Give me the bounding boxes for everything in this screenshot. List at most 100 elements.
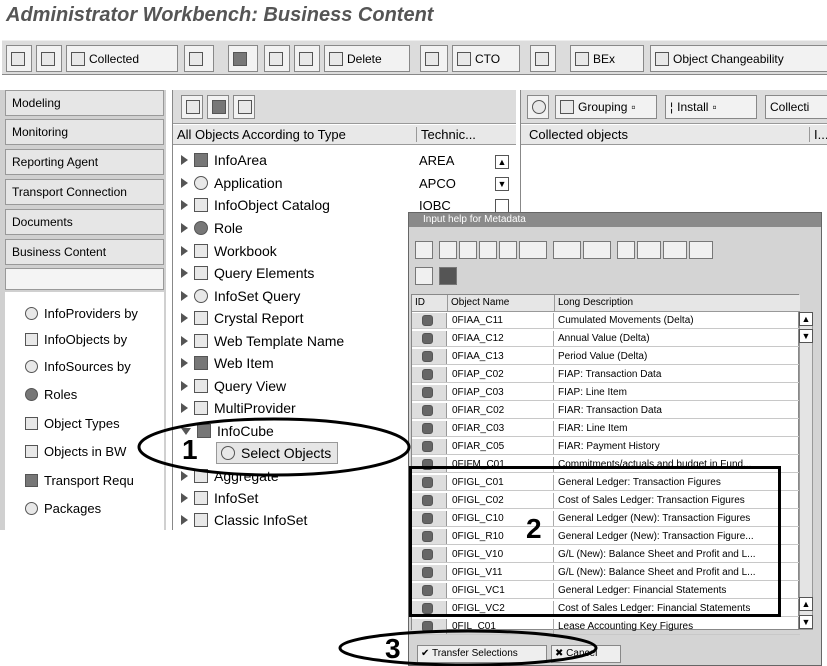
delete-button[interactable]: Delete (324, 45, 410, 72)
nav-item-infosources[interactable]: InfoSources by (25, 359, 131, 374)
tree-item-aggregate[interactable]: Aggregate (181, 468, 279, 484)
nav-item-label: Objects in BW (44, 444, 127, 459)
dialog-scrollbar[interactable]: ▲ ▼ ▲ ▼ (799, 312, 813, 630)
grid-button[interactable] (689, 241, 713, 259)
hierarchy-button[interactable] (36, 45, 62, 72)
tree-item-infoset[interactable]: InfoSet (181, 490, 258, 506)
tree-item-workbook[interactable]: Workbook (181, 243, 277, 259)
nav-modeling[interactable]: Modeling (5, 90, 164, 116)
sort-asc-button[interactable] (439, 241, 457, 259)
filter-button[interactable] (519, 241, 547, 259)
layout-button[interactable] (663, 241, 687, 259)
tree-settings-button[interactable] (181, 95, 203, 119)
collected-button[interactable]: Collected (66, 45, 178, 72)
table-row[interactable]: 0FIAA_C13 Period Value (Delta) (412, 349, 800, 365)
transport-button[interactable] (294, 45, 320, 72)
nav-item-objects-in-bw[interactable]: Objects in BW (25, 444, 126, 459)
tree-item-multiprovider[interactable]: MultiProvider (181, 400, 296, 416)
table-row[interactable]: 0FIAA_C11 Cumulated Movements (Delta) (412, 313, 800, 329)
object-settings-button[interactable] (184, 45, 214, 72)
nav-item-object-types[interactable]: Object Types (25, 416, 120, 431)
table-row[interactable]: 0FIL_C01 Lease Accounting Key Figures (412, 619, 800, 635)
long-description-cell: FIAR: Transaction Data (558, 405, 662, 416)
nav-transport-connection[interactable]: Transport Connection (5, 179, 164, 205)
select-all-button[interactable] (415, 267, 433, 285)
truck-icon (299, 51, 313, 66)
nav-business-content[interactable]: Business Content (5, 239, 164, 265)
info-button[interactable] (527, 95, 549, 119)
tree-item-application[interactable]: Application (181, 175, 283, 191)
subtotal-button[interactable] (583, 241, 611, 259)
display-details-button[interactable] (264, 45, 290, 72)
find-button[interactable] (207, 95, 229, 119)
tree-item-infoset-query[interactable]: InfoSet Query (181, 288, 300, 304)
scroll-page-down-icon[interactable]: ▼ (799, 615, 813, 629)
nav-item-infoobjects[interactable]: InfoObjects by (25, 332, 127, 347)
find-next-button[interactable] (233, 95, 255, 119)
header-long-description[interactable]: Long Description (555, 295, 800, 312)
bex-button[interactable]: BEx (570, 45, 644, 72)
close-icon (535, 51, 549, 66)
table-row[interactable]: 0FIAR_C05 FIAR: Payment History (412, 439, 800, 455)
object-name-cell: 0FIAP_C03 (448, 385, 554, 400)
header-object-name[interactable]: Object Name (448, 295, 555, 312)
refresh-button[interactable] (228, 45, 258, 72)
select-objects-node[interactable]: Select Objects (216, 442, 339, 464)
info-button[interactable] (439, 267, 457, 285)
transfer-label: Transfer Selections (431, 648, 518, 659)
tree-scroll-down[interactable]: ▼ (495, 177, 509, 191)
find-next-button[interactable] (499, 241, 517, 259)
grouping-button[interactable]: Grouping ▫ (555, 95, 657, 119)
print-button[interactable] (617, 241, 635, 259)
nav-item-roles[interactable]: Roles (25, 387, 77, 402)
infoobject-button[interactable] (420, 45, 448, 72)
tree-item-classic-infoset[interactable]: Classic InfoSet (181, 512, 307, 528)
nav-item-packages[interactable]: Packages (25, 501, 101, 516)
nav-item-label: InfoObjects by (44, 332, 128, 347)
nav-documents[interactable]: Documents (5, 209, 164, 235)
nav-item-transport-requests[interactable]: Transport Requ (25, 473, 134, 488)
table-row[interactable]: 0FIAR_C02 FIAR: Transaction Data (412, 403, 800, 419)
object-changeability-button[interactable]: Object Changeability (650, 45, 827, 72)
table-row[interactable]: 0FIAP_C02 FIAP: Transaction Data (412, 367, 800, 383)
zoom-button[interactable] (415, 241, 433, 259)
scroll-page-up-icon[interactable]: ▲ (799, 597, 813, 611)
tree-item-role[interactable]: Role (181, 220, 243, 236)
close-selection-button[interactable] (530, 45, 556, 72)
scroll-up-icon[interactable]: ▲ (799, 312, 813, 326)
sort-desc-button[interactable] (459, 241, 477, 259)
header-id[interactable]: ID (412, 295, 448, 312)
tree-scroll-track[interactable] (495, 199, 509, 213)
cto-button[interactable]: CTO (452, 45, 520, 72)
display-button[interactable] (6, 45, 32, 72)
row-id-cell (412, 367, 447, 382)
tree-scroll-up[interactable]: ▲ (495, 155, 509, 169)
aggregate-icon (194, 469, 208, 483)
nav-reporting-agent[interactable]: Reporting Agent (5, 149, 164, 175)
tree-item-crystal-report[interactable]: Crystal Report (181, 310, 303, 326)
table-row[interactable]: 0FIAP_C03 FIAP: Line Item (412, 385, 800, 401)
table-row[interactable]: 0FIAR_C03 FIAR: Line Item (412, 421, 800, 437)
table-row[interactable]: 0FIAA_C12 Annual Value (Delta) (412, 331, 800, 347)
sum-button[interactable] (553, 241, 581, 259)
person-icon (457, 51, 471, 66)
collection-mode-button[interactable]: Collecti (765, 95, 827, 119)
tree-item-query-elements[interactable]: Query Elements (181, 265, 314, 281)
tree-item-infoobject-catalog[interactable]: InfoObject Catalog (181, 197, 330, 213)
scroll-down-icon[interactable]: ▼ (799, 329, 813, 343)
tree-item-web-template[interactable]: Web Template Name (181, 333, 344, 349)
export-button[interactable] (637, 241, 661, 259)
long-description-cell: Annual Value (Delta) (558, 333, 650, 344)
tree-item-web-item[interactable]: Web Item (181, 355, 274, 371)
table-header: ID Object Name Long Description (412, 295, 800, 312)
nav-item-infoproviders[interactable]: InfoProviders by (25, 306, 138, 321)
find-button[interactable] (479, 241, 497, 259)
install-button[interactable]: ¦ Install ▫ (665, 95, 757, 119)
infocube-icon (197, 424, 211, 438)
tree-item-label: MultiProvider (214, 400, 296, 416)
nav-monitoring[interactable]: Monitoring (5, 119, 164, 145)
cancel-button[interactable]: ✖ Cancel (551, 645, 621, 663)
tree-item-query-view[interactable]: Query View (181, 378, 286, 394)
tree-item-infoarea[interactable]: InfoArea (181, 152, 267, 168)
transfer-selections-button[interactable]: ✔ Transfer Selections (417, 645, 547, 663)
